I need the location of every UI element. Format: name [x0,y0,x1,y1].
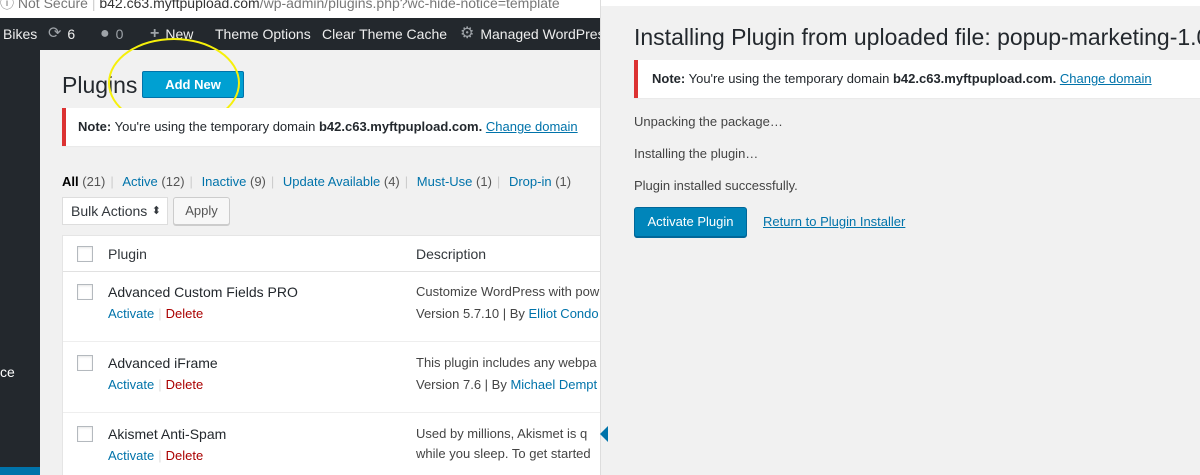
comments-count: 0 [115,26,124,42]
temporary-domain-notice: Note: You're using the temporary domain … [634,60,1200,98]
notice-text: You're using the temporary domain [114,119,316,134]
apply-button[interactable]: Apply [173,197,230,225]
plugin-version: Version 7.6 | By [416,377,507,392]
updates-count: 6 [67,26,76,42]
notice-label: Note: [78,119,112,134]
theme-options-link[interactable]: Theme Options [215,18,311,50]
filter-update-available[interactable]: Update Available (4) [283,174,400,189]
info-icon: ⓘ [0,0,14,11]
filter-all[interactable]: All (21) [62,174,105,189]
author-link[interactable]: Elliot Condo [529,306,599,321]
filter-must-use[interactable]: Must-Use (1) [417,174,492,189]
return-to-installer-link[interactable]: Return to Plugin Installer [763,214,905,229]
author-link[interactable]: Michael Dempt [510,377,597,392]
plugins-screen: ⓘ Not Secure | b42.c63.myftpupload.com/w… [0,0,600,475]
delete-link[interactable]: Delete [166,306,204,321]
plugin-description: This plugin includes any webpa [416,355,597,370]
table-row: Akismet Anti-Spam Activate | Delete Used b… [63,414,600,475]
plugin-description: Customize WordPress with pow [416,284,600,299]
plugin-name: Advanced Custom Fields PRO [108,284,298,300]
table-row: Advanced iFrame Activate | Delete This plu… [63,343,600,413]
activate-link[interactable]: Activate [108,306,154,321]
status-installing: Installing the plugin… [634,146,759,161]
filter-active[interactable]: Active (12) [122,174,184,189]
new-content-link[interactable]: + New [150,18,193,50]
admin-sidebar: ce [0,50,40,475]
notice-domain: b42.c63.myftpupload.com. [892,71,1057,86]
active-menu-arrow-icon [600,426,608,442]
updates-icon: ⟳ [48,25,62,42]
row-checkbox[interactable] [77,284,93,300]
row-checkbox[interactable] [77,426,93,442]
delete-link[interactable]: Delete [166,448,204,463]
status-unpacking: Unpacking the package… [634,114,783,129]
admin-bar: Bikes ⟳ 6 ● 0 + New Theme Options Clear The… [0,18,600,50]
managed-wordpress-link[interactable]: ⚙ Managed WordPress [460,18,600,50]
plus-icon: + [150,25,160,42]
updates-link[interactable]: ⟳ 6 [48,18,75,50]
url-host: b42.c63.myftpupload.com [99,0,260,11]
status-success: Plugin installed successfully. [634,178,798,193]
activate-link[interactable]: Activate [108,377,154,392]
select-all-checkbox[interactable] [77,246,93,262]
plugins-table: Plugin Description Advanced Custom Field… [62,235,600,475]
column-plugin: Plugin [108,246,147,262]
plugin-name: Advanced iFrame [108,355,218,371]
delete-link[interactable]: Delete [166,377,204,392]
chevron-updown-icon: ⬍ [151,205,161,217]
page-title: Plugins [62,72,138,98]
gear-icon: ⚙ [460,25,475,42]
activate-plugin-button[interactable]: Activate Plugin [634,207,747,237]
browser-address-bar[interactable]: ⓘ Not Secure | b42.c63.myftpupload.com/w… [0,0,600,18]
sidebar-active-item[interactable] [0,467,40,475]
plugin-installer-screen: Installing Plugin from uploaded file: po… [600,0,1200,475]
table-header: Plugin Description [63,236,600,272]
plugin-description-continued: while you sleep. To get started [416,446,591,461]
plugin-status-filters: All (21) | Active (12) | Inactive (9) | Upd… [62,174,572,189]
change-domain-link[interactable]: Change domain [1060,71,1152,86]
plugin-description: Used by millions, Akismet is q [416,426,588,441]
bulk-actions-select[interactable]: Bulk Actions ⬍ [62,197,168,225]
row-checkbox[interactable] [77,355,93,371]
installer-title: Installing Plugin from uploaded file: po… [634,24,1200,50]
notice-label: Note: [652,71,686,86]
filter-drop-in[interactable]: Drop-in (1) [509,174,571,189]
sidebar-item-fragment[interactable]: ce [0,364,15,380]
add-new-button[interactable]: Add New [142,71,244,98]
table-row: Advanced Custom Fields PRO Activate | Dele… [63,272,600,342]
site-name-link[interactable]: Bikes [3,18,37,50]
comment-icon: ● [100,25,110,42]
security-label: Not Secure [17,0,88,11]
plugin-name: Akismet Anti-Spam [108,426,227,442]
notice-text: You're using the temporary domain [688,71,890,86]
notice-domain: b42.c63.myftpupload.com. [318,119,483,134]
activate-link[interactable]: Activate [108,448,154,463]
plugin-version: Version 5.7.10 | By [416,306,525,321]
url-path: /wp-admin/plugins.php?wc-hide-notice=tem… [259,0,560,11]
change-domain-link[interactable]: Change domain [486,119,578,134]
filter-inactive[interactable]: Inactive (9) [202,174,266,189]
temporary-domain-notice: Note: You're using the temporary domain … [62,108,600,146]
column-description: Description [416,246,487,262]
clear-cache-link[interactable]: Clear Theme Cache [322,18,447,50]
comments-link[interactable]: ● 0 [100,18,123,50]
